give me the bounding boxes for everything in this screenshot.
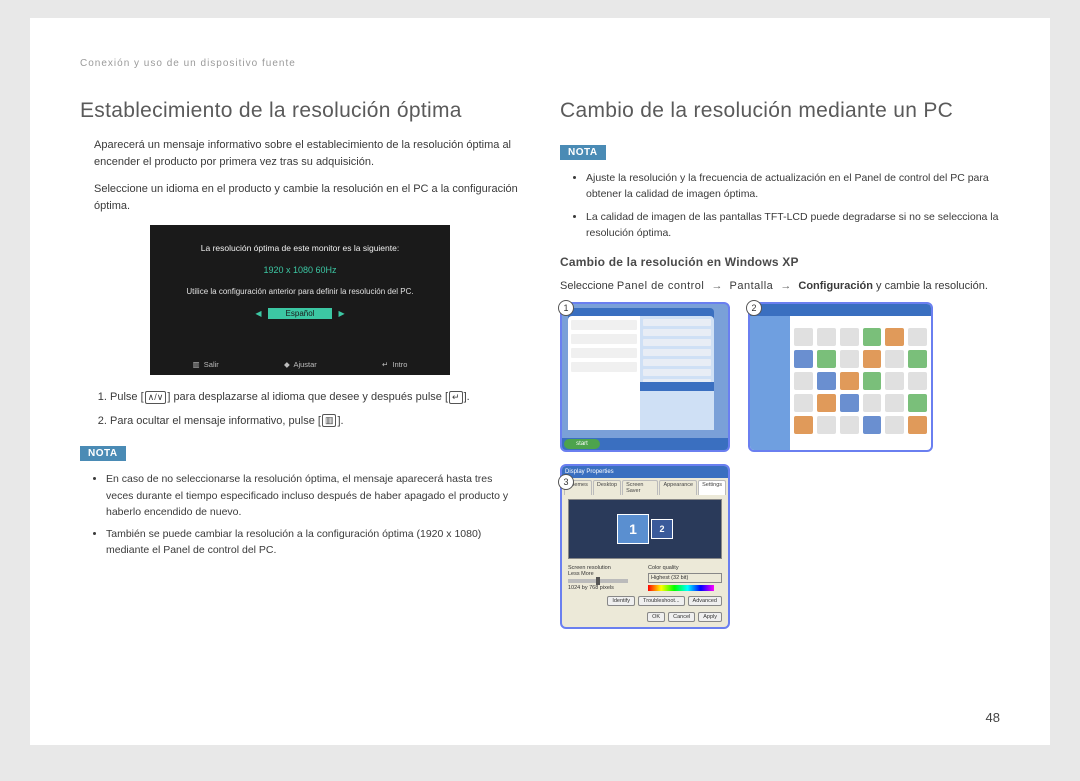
dp-titlebar: Display Properties	[562, 466, 728, 478]
note-left-1: En caso de no seleccionarse la resolució…	[106, 471, 520, 520]
right-column: Cambio de la resolución mediante un PC N…	[560, 99, 1000, 629]
tab-screensaver: Screen Saver	[622, 480, 658, 495]
breadcrumb: Conexión y uso de un dispositivo fuente	[80, 58, 1000, 69]
enter-icon: ↵	[382, 360, 388, 369]
path-config: Configuración	[798, 280, 873, 292]
troubleshoot-button: Troubleshoot...	[638, 596, 684, 606]
screenshot-1-wrap: 1 start	[560, 302, 730, 452]
cp-icon-grid	[794, 328, 927, 446]
triangle-left-icon: ◀	[255, 309, 261, 318]
diamond-icon: ◆	[284, 360, 290, 369]
cq-label: Color quality	[648, 565, 722, 571]
osd-screenshot: La resolución óptima de este monitor es …	[150, 225, 450, 375]
two-column-layout: Establecimiento de la resolución óptima …	[80, 99, 1000, 629]
arrow-icon: →	[780, 280, 791, 292]
dp-button-row-2: OK Cancel Apply	[562, 609, 728, 625]
start-button: start	[564, 439, 600, 449]
triangle-right-icon: ▶	[338, 309, 344, 318]
page-number: 48	[986, 710, 1000, 725]
step-list: Pulse [∧/∨] para desplazarse al idioma q…	[80, 389, 520, 430]
menu-button-icon: ▥	[322, 414, 337, 427]
startmenu-right-pane	[640, 316, 714, 430]
osd-language-selected: Español	[268, 308, 333, 319]
dp-tabs: Themes Desktop Screen Saver Appearance S…	[562, 478, 728, 495]
screenshot-2-wrap: 2	[748, 302, 933, 452]
osd-resolution: 1920 x 1080 60Hz	[160, 257, 440, 283]
cp-sidebar	[750, 316, 790, 450]
ok-button: OK	[647, 612, 665, 622]
dp-controls: Screen resolution Less More 1024 by 768 …	[562, 563, 728, 593]
dp-monitor-preview: 1 2	[568, 499, 722, 559]
note-list-left: En caso de no seleccionarse la resolució…	[80, 471, 520, 558]
arrow-icon: →	[711, 280, 722, 292]
instruction-line: Seleccione Panel de control → Pantalla →…	[560, 280, 1000, 292]
step-2: Para ocultar el mensaje informativo, pul…	[110, 413, 520, 431]
tab-appearance: Appearance	[659, 480, 697, 495]
intro-paragraph-1: Aparecerá un mensaje informativo sobre e…	[80, 137, 520, 171]
osd-language-row: ◀ Español ▶	[160, 306, 440, 321]
note-right-1: Ajuste la resolución y la frecuencia de …	[586, 170, 1000, 203]
advanced-button: Advanced	[688, 596, 722, 606]
manual-page: Conexión y uso de un dispositivo fuente …	[30, 18, 1050, 745]
step-badge-1: 1	[558, 300, 574, 316]
cp-titlebar	[750, 304, 931, 316]
osd-adjust: ◆ Ajustar	[284, 360, 317, 370]
startmenu-left-pane	[568, 316, 640, 430]
path-panel: Panel de control	[617, 280, 705, 292]
left-column: Establecimiento de la resolución óptima …	[80, 99, 520, 629]
osd-bottom-bar: ▥ Salir ◆ Ajustar ↵ Intro	[160, 360, 440, 370]
osd-line1: La resolución óptima de este monitor es …	[160, 239, 440, 257]
screenshot-3-wrap: 3 Display Properties Themes Desktop Scre…	[560, 464, 1000, 629]
note-list-right: Ajuste la resolución y la frecuencia de …	[560, 170, 1000, 241]
color-bar	[648, 585, 714, 591]
tab-settings: Settings	[698, 480, 726, 495]
screenshot-display-props: Display Properties Themes Desktop Screen…	[560, 464, 730, 629]
sub-heading-xp: Cambio de la resolución en Windows XP	[560, 255, 1000, 269]
screenshot-control-panel	[748, 302, 933, 452]
osd-enter: ↵ Intro	[382, 360, 407, 370]
monitor-2-icon: 2	[651, 519, 673, 539]
dp-button-row-1: Identify Troubleshoot... Advanced	[562, 593, 728, 609]
monitor-1-icon: 1	[617, 514, 649, 544]
res-value: 1024 by 768 pixels	[568, 585, 642, 591]
cp-icon	[794, 328, 813, 346]
color-quality-group: Color quality Highest (32 bit)	[648, 565, 722, 591]
menu-icon: ▥	[193, 360, 200, 369]
cq-value: Highest (32 bit)	[648, 573, 722, 583]
res-slider	[568, 579, 628, 583]
section-title-right: Cambio de la resolución mediante un PC	[560, 99, 1000, 123]
note-right-2: La calidad de imagen de las pantallas TF…	[586, 209, 1000, 242]
intro-paragraph-2: Seleccione un idioma en el producto y ca…	[80, 181, 520, 215]
identify-button: Identify	[607, 596, 635, 606]
screenshot-row-1: 1 start	[560, 302, 1000, 452]
screenshot-start-menu: start	[560, 302, 730, 452]
apply-button: Apply	[698, 612, 722, 622]
control-panel-highlight	[640, 382, 714, 391]
note-badge-left: NOTA	[80, 446, 126, 461]
step-1: Pulse [∧/∨] para desplazarse al idioma q…	[110, 389, 520, 407]
osd-line2: Utilice la configuración anterior para d…	[160, 283, 440, 306]
enter-button-icon: ↵	[449, 391, 463, 404]
path-pantalla: Pantalla	[730, 280, 774, 292]
step-badge-3: 3	[558, 474, 574, 490]
cancel-button: Cancel	[668, 612, 695, 622]
tab-desktop: Desktop	[593, 480, 621, 495]
note-left-2: También se puede cambiar la resolución a…	[106, 526, 520, 559]
updown-icon: ∧/∨	[145, 391, 167, 404]
step-badge-2: 2	[746, 300, 762, 316]
section-title-left: Establecimiento de la resolución óptima	[80, 99, 520, 123]
note-badge-right: NOTA	[560, 145, 606, 160]
res-range: Less More	[568, 571, 642, 577]
resolution-group: Screen resolution Less More 1024 by 768 …	[568, 565, 642, 591]
osd-exit: ▥ Salir	[193, 360, 219, 370]
